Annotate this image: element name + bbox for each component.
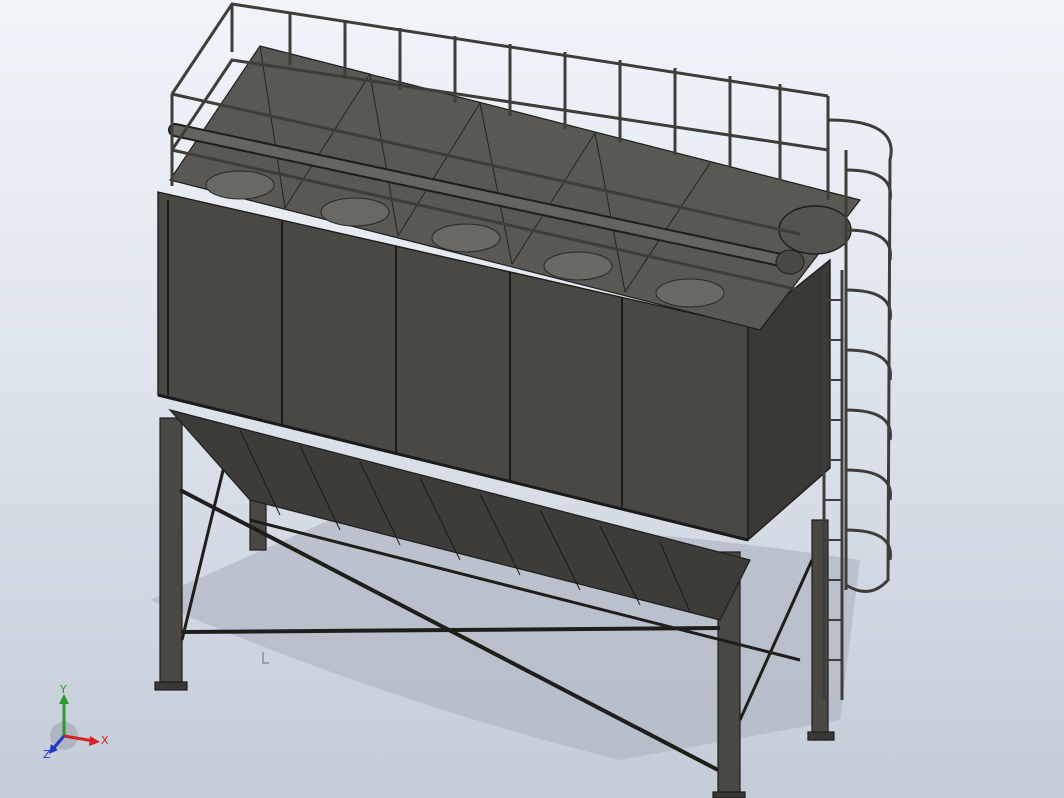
- y-axis-label: Y: [59, 684, 67, 696]
- x-axis-arrow: [89, 736, 100, 746]
- x-axis-label: X: [101, 734, 109, 747]
- coordinate-triad[interactable]: Y X Z: [40, 684, 114, 758]
- z-axis-label: Z: [43, 748, 51, 758]
- origin-marker: [262, 652, 269, 664]
- dust-collector-model[interactable]: [0, 0, 1064, 798]
- graphics-viewport[interactable]: Y X Z: [0, 0, 1064, 798]
